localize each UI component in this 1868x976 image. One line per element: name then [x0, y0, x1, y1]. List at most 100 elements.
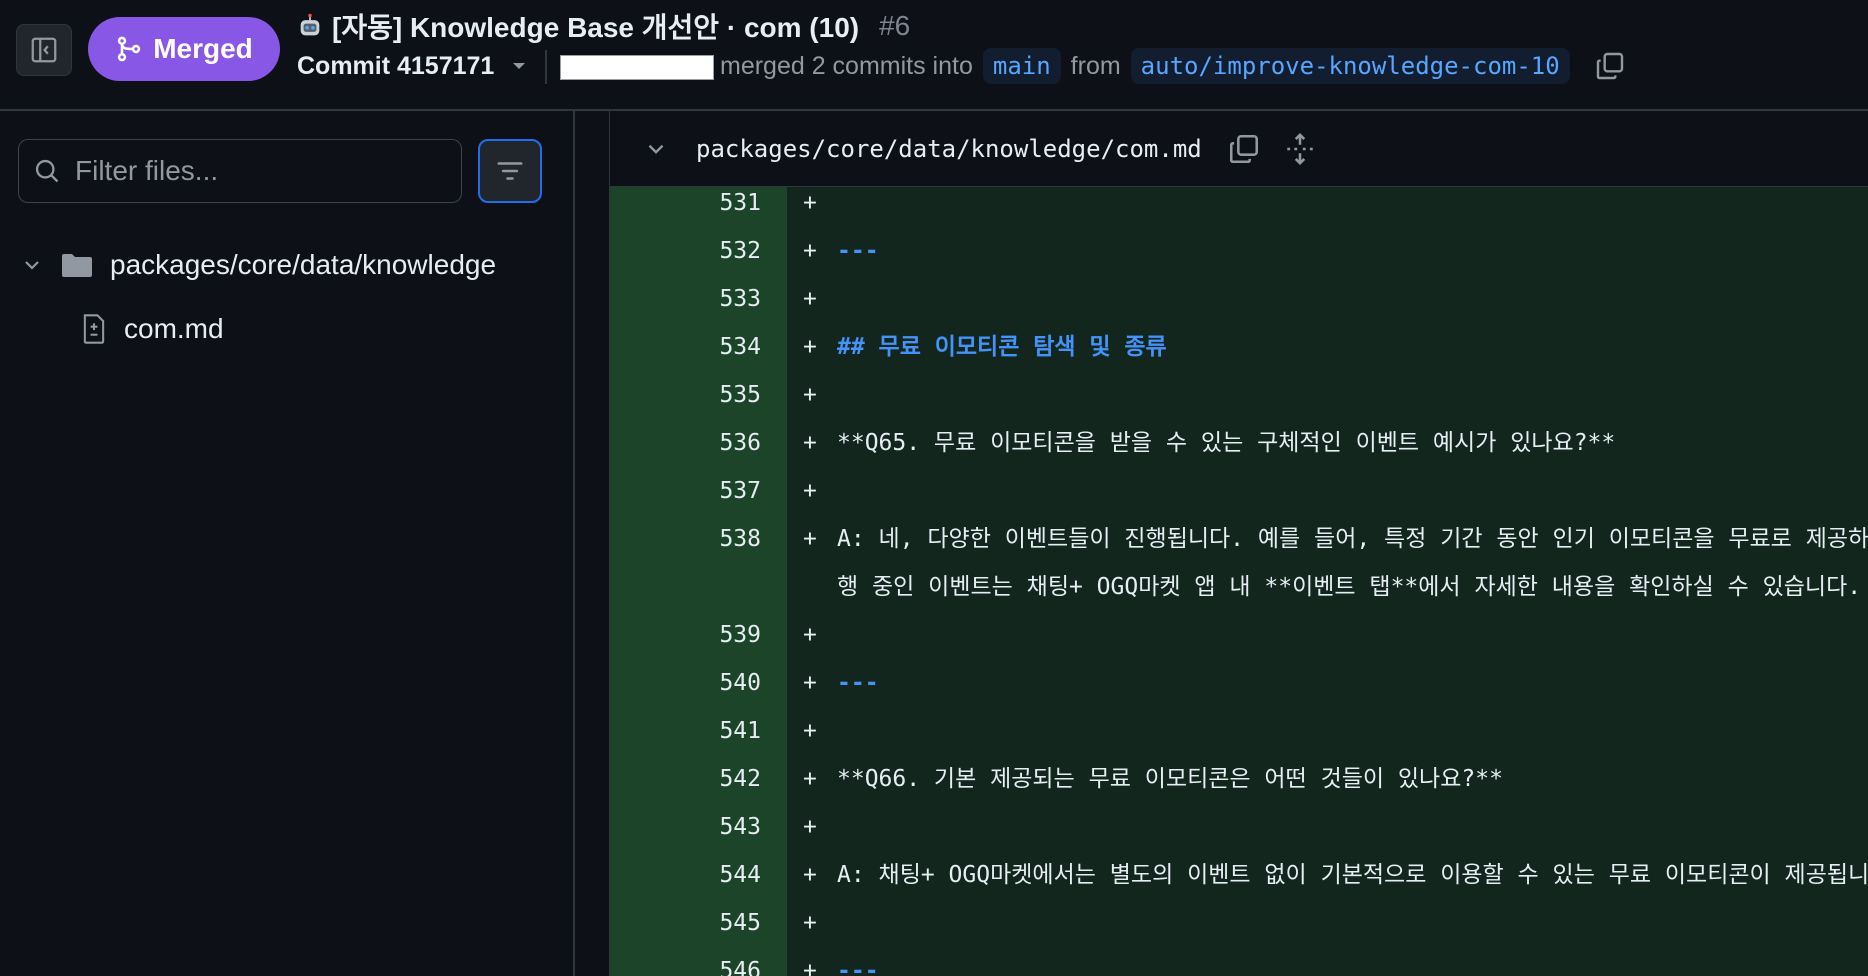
pr-header: Merged [자동] Knowledge Base 개선안 · com (10…: [0, 0, 1868, 111]
diff-marker: +: [803, 334, 817, 360]
line-number[interactable]: 534: [610, 323, 787, 371]
tree-folder-label: packages/core/data/knowledge: [110, 249, 497, 280]
diff-line: 543 +: [610, 803, 1868, 851]
code-line: +: [787, 899, 1868, 947]
head-branch[interactable]: auto/improve-knowledge-com-10: [1130, 48, 1570, 84]
sidebar-collapse-icon: [31, 37, 57, 63]
diff-marker: +: [803, 478, 817, 504]
line-number[interactable]: 543: [610, 803, 787, 851]
copy-icon: [1229, 134, 1258, 163]
code-text: ---: [837, 670, 879, 696]
code-line: + ## 무료 이모티콘 탐색 및 종류: [787, 323, 1868, 371]
diff-line: 533 +: [610, 275, 1868, 323]
diff-line: 540 + ---: [610, 659, 1868, 707]
filter-files-input[interactable]: [75, 155, 435, 187]
chevron-down-icon: [648, 144, 664, 154]
code-line: + A: 네, 다양한 이벤트들이 진행됩니다. 예를 들어, 특정 기간 동안 …: [787, 515, 1868, 563]
line-number[interactable]: 544: [610, 851, 787, 899]
diff-marker: +: [803, 622, 817, 648]
merged-status-badge: Merged: [88, 17, 280, 81]
header-divider: [545, 50, 547, 84]
diff-marker: +: [803, 718, 817, 744]
collapse-file-button[interactable]: [634, 127, 678, 171]
code-text: **Q66. 기본 제공되는 무료 이모티콘은 어떤 것들이 있나요?**: [837, 766, 1503, 792]
line-number[interactable]: 545: [610, 899, 787, 947]
tree-folder-knowledge[interactable]: packages/core/data/knowledge: [20, 245, 496, 285]
diff-file-header: packages/core/data/knowledge/com.md: [610, 111, 1868, 187]
copy-branch-button[interactable]: [1594, 48, 1630, 84]
code-text: 행 중인 이벤트는 채팅+ OGQ마켓 앱 내 **이벤트 탭**에서 자세한 …: [837, 574, 1862, 600]
file-diff-icon: [83, 314, 105, 344]
diff-marker: +: [803, 814, 817, 840]
tree-file-label: com.md: [124, 313, 224, 344]
commit-selector[interactable]: Commit 4157171: [297, 48, 528, 84]
code-text: ## 무료 이모티콘 탐색 및 종류: [837, 334, 1167, 360]
diff-marker: +: [803, 526, 817, 552]
diff-line: 535 +: [610, 371, 1868, 419]
diff-line-wrap: 행 중인 이벤트는 채팅+ OGQ마켓 앱 내 **이벤트 탭**에서 자세한 …: [610, 563, 1868, 611]
line-number[interactable]: 535: [610, 371, 787, 419]
code-text: **Q65. 무료 이모티콘을 받을 수 있는 구체적인 이벤트 예시가 있나요…: [837, 430, 1616, 456]
code-text: A: 채팅+ OGQ마켓에서는 별도의 이벤트 없이 기본적으로 이용할 수 있…: [837, 862, 1868, 888]
diff-line: 542 + **Q66. 기본 제공되는 무료 이모티콘은 어떤 것들이 있나요?…: [610, 755, 1868, 803]
line-number[interactable]: 537: [610, 467, 787, 515]
diff-marker: +: [803, 670, 817, 696]
line-number[interactable]: 536: [610, 419, 787, 467]
code-line: + ---: [787, 227, 1868, 275]
line-number[interactable]: 533: [610, 275, 787, 323]
diff-marker: +: [803, 766, 817, 792]
line-number[interactable]: 540: [610, 659, 787, 707]
unfold-icon: [1286, 132, 1313, 165]
base-branch[interactable]: main: [982, 48, 1061, 84]
chevron-down-icon: [25, 261, 39, 270]
code-line: + **Q66. 기본 제공되는 무료 이모티콘은 어떤 것들이 있나요?**: [787, 755, 1868, 803]
diff-line: 532 + ---: [610, 227, 1868, 275]
robot-icon: [300, 13, 320, 36]
diff-line: 541 +: [610, 707, 1868, 755]
diff-line: 537 +: [610, 467, 1868, 515]
merged-status-label: Merged: [153, 33, 253, 64]
redacted-author: [560, 55, 714, 80]
file-tree-panel: packages/core/data/knowledge com.md: [0, 111, 575, 976]
sidebar-toggle-button[interactable]: [16, 24, 72, 76]
code-text: ---: [837, 238, 879, 264]
code-line: +: [787, 803, 1868, 851]
folder-icon: [62, 254, 92, 277]
code-line: + A: 채팅+ OGQ마켓에서는 별도의 이벤트 없이 기본적으로 이용할 수 …: [787, 851, 1868, 899]
line-number[interactable]: 538: [610, 515, 787, 563]
code-line: +: [787, 275, 1868, 323]
git-merge-icon: [118, 36, 141, 62]
filter-files-box[interactable]: [18, 139, 462, 203]
diff-marker: +: [803, 430, 817, 456]
diff-line: 546 + ---: [610, 947, 1868, 976]
copy-path-button[interactable]: [1224, 129, 1264, 169]
code-line: +: [787, 371, 1868, 419]
line-number[interactable]: 542: [610, 755, 787, 803]
code-line: +: [787, 467, 1868, 515]
line-number[interactable]: 546: [610, 947, 787, 976]
code-text: A: 네, 다양한 이벤트들이 진행됩니다. 예를 들어, 특정 기간 동안 인…: [837, 526, 1868, 552]
filter-options-button[interactable]: [478, 139, 542, 203]
line-number: [610, 563, 787, 611]
code-text: ---: [837, 958, 879, 976]
diff-body: 531 + 532 + --- 533 + 534 + ## 무료 이모티콘 탐색 …: [610, 179, 1868, 976]
diff-marker: +: [803, 910, 817, 936]
expand-all-button[interactable]: [1280, 129, 1320, 169]
merged-text: merged 2 commits into: [720, 51, 973, 80]
panel-resize-gutter[interactable]: [577, 111, 609, 976]
tree-file-com-md[interactable]: com.md: [80, 309, 224, 349]
merge-info: merged 2 commits into main from auto/imp…: [720, 44, 1630, 88]
line-number[interactable]: 539: [610, 611, 787, 659]
line-number[interactable]: 532: [610, 227, 787, 275]
diff-file-path: packages/core/data/knowledge/com.md: [696, 134, 1202, 163]
copy-icon: [1596, 52, 1623, 80]
line-number[interactable]: 541: [610, 707, 787, 755]
diff-line: 544 + A: 채팅+ OGQ마켓에서는 별도의 이벤트 없이 기본적으로 이용…: [610, 851, 1868, 899]
code-line: + ---: [787, 947, 1868, 976]
diff-marker: +: [803, 862, 817, 888]
filter-icon: [497, 162, 523, 180]
code-line: + **Q65. 무료 이모티콘을 받을 수 있는 구체적인 이벤트 예시가 있나…: [787, 419, 1868, 467]
pr-number: #6: [879, 10, 911, 41]
code-line: 행 중인 이벤트는 채팅+ OGQ마켓 앱 내 **이벤트 탭**에서 자세한 …: [787, 563, 1868, 611]
commit-label: Commit 4157171: [297, 51, 495, 80]
